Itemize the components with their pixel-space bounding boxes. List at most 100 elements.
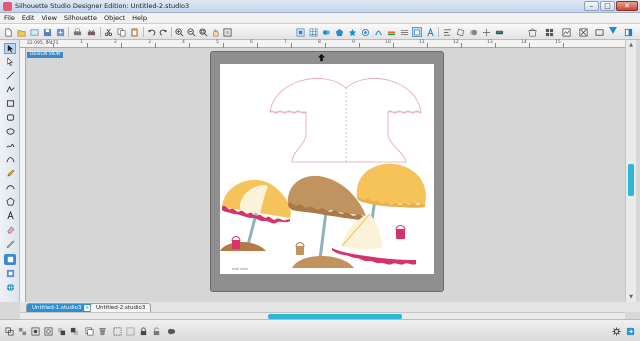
edit-points-icon[interactable]	[4, 56, 16, 67]
select-all-icon[interactable]	[112, 326, 123, 336]
knife-tool-icon[interactable]	[4, 238, 16, 249]
transform-icon[interactable]	[455, 27, 465, 37]
polygon-tool-icon[interactable]	[4, 84, 16, 95]
cursor-position-readout: 22.095, 0.471	[27, 41, 59, 46]
trace-icon[interactable]	[373, 27, 383, 37]
pan-hand-icon[interactable]	[210, 27, 220, 37]
save-to-library-icon[interactable]	[55, 27, 65, 37]
settings-gear-icon[interactable]	[611, 326, 622, 336]
library-icon[interactable]	[29, 27, 39, 37]
send-to-back-icon[interactable]	[69, 326, 80, 336]
fit-to-page-icon[interactable]	[222, 27, 232, 37]
lock-icon[interactable]	[138, 326, 149, 336]
menu-edit[interactable]: Edit	[22, 14, 35, 22]
print-and-cut-icon[interactable]	[86, 27, 96, 37]
star-shape-icon[interactable]	[347, 27, 357, 37]
modify-icon[interactable]	[468, 27, 478, 37]
curve-tool-icon[interactable]	[4, 154, 16, 165]
horizontal-scrollbar[interactable]	[20, 312, 625, 319]
menu-object[interactable]: Object	[104, 14, 125, 22]
menu-silhouette[interactable]: Silhouette	[64, 14, 97, 22]
pencil-tool-icon[interactable]	[4, 168, 16, 179]
library-view-icon[interactable]	[544, 27, 554, 37]
online-store-globe-icon[interactable]	[4, 282, 16, 293]
make-compound-path-icon[interactable]	[30, 326, 41, 336]
zoom-out-icon[interactable]	[186, 27, 196, 37]
shapes-panel-icon[interactable]	[4, 254, 16, 265]
weld-shapes-icon[interactable]	[166, 326, 177, 336]
design-page[interactable]: mat note	[220, 64, 434, 274]
redo-icon[interactable]	[158, 27, 168, 37]
bring-to-front-icon[interactable]	[56, 326, 67, 336]
print-icon[interactable]	[72, 27, 82, 37]
cut-view-icon[interactable]	[578, 27, 588, 37]
menu-file[interactable]: File	[4, 14, 15, 22]
page-settings-icon[interactable]	[295, 27, 305, 37]
group-icon[interactable]	[4, 326, 15, 336]
ruler-label: 7	[284, 40, 287, 45]
weld-icon[interactable]	[481, 27, 491, 37]
vertical-scroll-thumb[interactable]	[628, 164, 634, 196]
ruler-label: 8	[318, 40, 321, 45]
align-icon[interactable]	[442, 27, 452, 37]
fill-color-icon[interactable]	[386, 27, 396, 37]
line-tool-icon[interactable]	[4, 70, 16, 81]
window-title: Silhouette Studio Designer Edition: Unti…	[15, 2, 190, 10]
ellipse-tool-icon[interactable]	[4, 126, 16, 137]
copy-icon[interactable]	[116, 27, 126, 37]
design-view-icon[interactable]	[561, 27, 571, 37]
eraser-tool-icon[interactable]	[4, 224, 16, 235]
save-icon[interactable]	[42, 27, 52, 37]
vertical-scrollbar[interactable]: ▲ ▼	[625, 40, 636, 302]
replicate-icon[interactable]	[321, 27, 331, 37]
arc-tool-icon[interactable]	[4, 182, 16, 193]
cut-settings-icon[interactable]	[412, 27, 422, 37]
ruler-label: 1	[80, 40, 83, 45]
zoom-in-icon[interactable]	[174, 27, 184, 37]
scroll-down-icon[interactable]: ▼	[628, 294, 634, 300]
tab-untitled-1[interactable]: Untitled-1.studio3 x	[26, 303, 97, 312]
delete-icon[interactable]	[97, 326, 108, 336]
select-arrow-icon[interactable]	[4, 43, 16, 54]
text-style-icon[interactable]	[425, 27, 435, 37]
panel-toggle-icon[interactable]	[623, 27, 633, 37]
polygon-shape-tool-icon[interactable]	[4, 196, 16, 207]
line-color-icon[interactable]	[399, 27, 409, 37]
send-to-silhouette-icon[interactable]	[494, 27, 504, 37]
layers-panel-icon[interactable]	[4, 268, 16, 279]
sketch-icon[interactable]	[594, 27, 604, 37]
rectangle-tool-icon[interactable]	[4, 98, 16, 109]
open-folder-icon[interactable]	[16, 27, 26, 37]
release-compound-path-icon[interactable]	[43, 326, 54, 336]
zoom-box-icon[interactable]	[198, 27, 208, 37]
ruler-label: 4	[182, 40, 185, 45]
deselect-icon[interactable]	[125, 326, 136, 336]
ungroup-icon[interactable]	[17, 326, 28, 336]
cut-icon[interactable]	[103, 27, 113, 37]
text-tool-icon[interactable]	[4, 210, 16, 221]
grid-settings-icon[interactable]	[308, 27, 318, 37]
menu-view[interactable]: View	[41, 14, 56, 22]
new-document-icon[interactable]	[3, 27, 13, 37]
duplicate-icon[interactable]	[84, 326, 95, 336]
rounded-rectangle-tool-icon[interactable]	[4, 112, 16, 123]
silhouette-store-icon[interactable]	[527, 27, 537, 37]
freehand-tool-icon[interactable]	[4, 140, 16, 151]
scroll-up-icon[interactable]: ▲	[628, 42, 634, 48]
paste-icon[interactable]	[129, 27, 139, 37]
ruler-label: 2	[114, 40, 117, 45]
minimize-button[interactable]: –	[584, 1, 599, 11]
zoom-indicator-icon[interactable]	[609, 27, 617, 34]
ruler-label: 10	[385, 40, 391, 45]
tab-untitled-2[interactable]: Untitled-2.studio3	[90, 303, 152, 312]
maximize-button[interactable]: □	[600, 1, 615, 11]
pentagon-shape-icon[interactable]	[334, 27, 344, 37]
close-button[interactable]: ✕	[616, 1, 638, 11]
ruler-label: 15	[555, 40, 561, 45]
offset-icon[interactable]	[360, 27, 370, 37]
undo-icon[interactable]	[146, 27, 156, 37]
unlock-icon[interactable]	[151, 326, 162, 336]
menu-help[interactable]: Help	[132, 14, 147, 22]
brown-beach-umbrella	[287, 175, 366, 268]
send-panel-icon[interactable]	[625, 326, 636, 336]
